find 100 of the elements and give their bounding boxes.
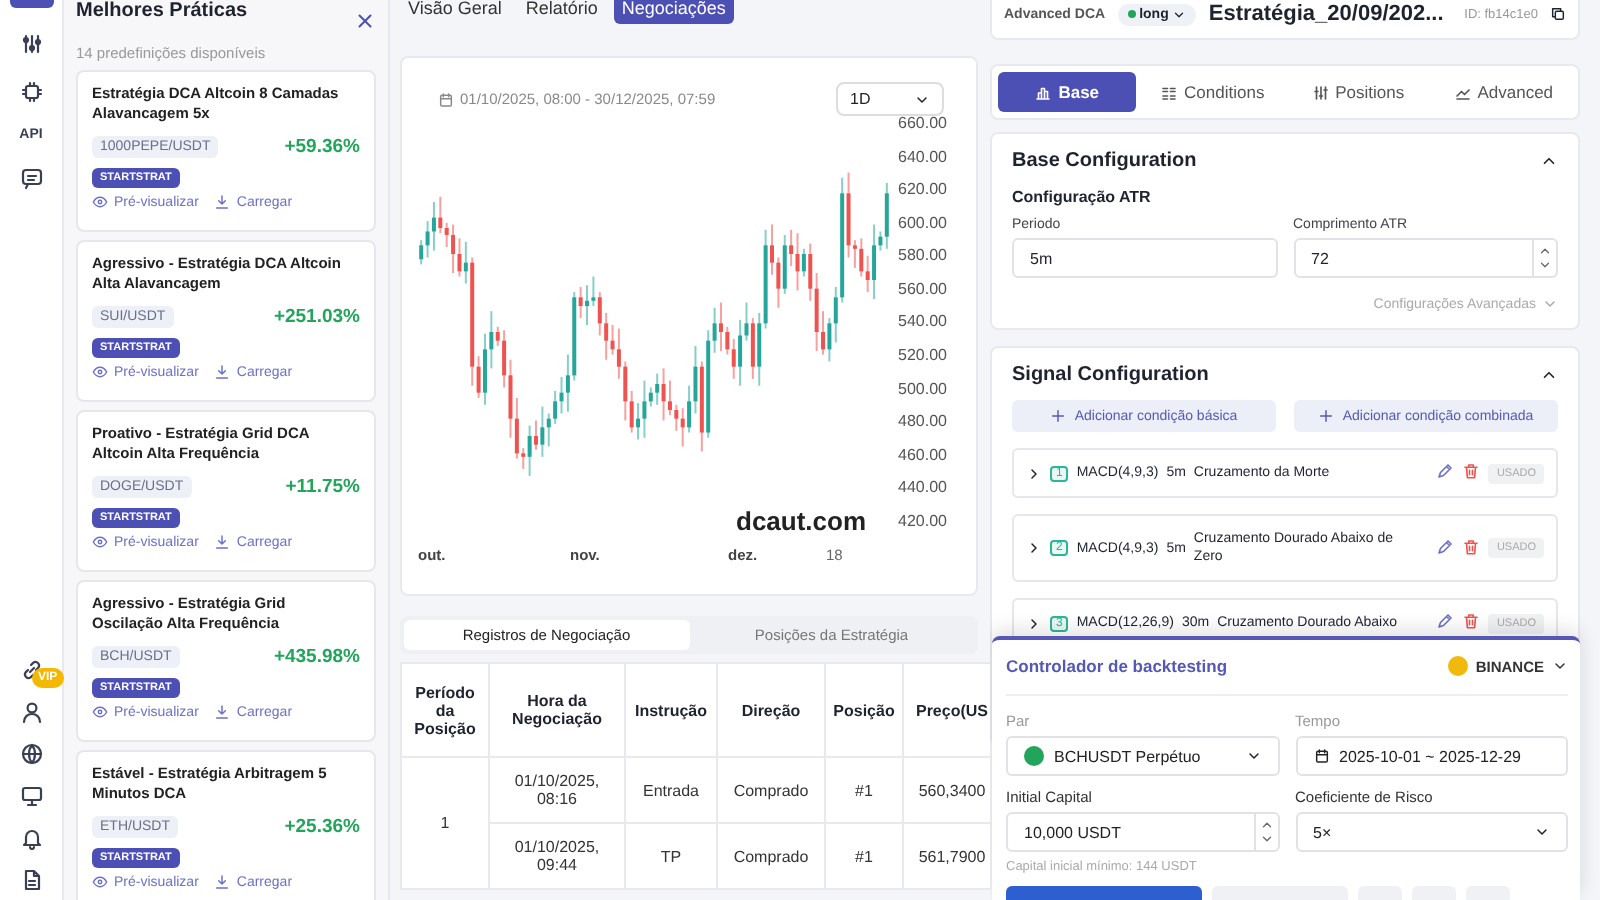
sliders-icon bbox=[1311, 83, 1330, 101]
tab[interactable]: Visão Geral bbox=[400, 0, 510, 24]
chat-icon[interactable] bbox=[19, 166, 43, 190]
trash-icon[interactable] bbox=[1462, 612, 1481, 630]
chevron-down-icon bbox=[1542, 296, 1558, 312]
column-header: Período da Posição bbox=[401, 663, 489, 757]
input-field[interactable]: 5m bbox=[1012, 238, 1277, 278]
chart-watermark: dcaut.com bbox=[736, 506, 867, 536]
capital-field[interactable]: 10,000 USDT bbox=[1006, 812, 1279, 852]
axis-label: 540.00 bbox=[898, 312, 947, 331]
chevron-right-icon bbox=[1026, 615, 1042, 631]
chevron-up-icon bbox=[1259, 818, 1273, 832]
chevron-down-icon bbox=[914, 91, 930, 107]
chevron-up-icon[interactable] bbox=[1540, 366, 1558, 384]
column-header: Hora da Negociação bbox=[489, 663, 625, 757]
chevron-down-icon bbox=[1172, 7, 1187, 21]
return-value: +251.03% bbox=[273, 306, 360, 328]
table-cell: #1 bbox=[825, 757, 903, 823]
axis-label: 660.00 bbox=[898, 114, 947, 132]
table-cell: 01/10/2025, 08:16 bbox=[489, 757, 625, 823]
return-value: +59.36% bbox=[284, 136, 360, 158]
eye-icon bbox=[92, 364, 108, 380]
close-icon[interactable] bbox=[354, 10, 376, 32]
date-range-field[interactable]: 2025-10-01 ~ 2025-12-29 bbox=[1295, 736, 1568, 776]
table-cell: 01/10/2025, 09:44 bbox=[489, 823, 625, 889]
edit-icon[interactable] bbox=[1436, 537, 1455, 555]
tab[interactable]: Advanced bbox=[1434, 72, 1572, 112]
plus-icon bbox=[1318, 408, 1335, 424]
download-icon bbox=[214, 704, 231, 720]
panel-title: Melhores Práticas bbox=[76, 0, 248, 22]
tab[interactable]: Negociações bbox=[613, 0, 734, 24]
grid-icon bbox=[1160, 83, 1179, 101]
chart-bars-icon bbox=[1034, 83, 1053, 101]
user-icon[interactable] bbox=[19, 700, 43, 724]
risk-select[interactable]: 5× bbox=[1295, 812, 1568, 852]
pair-select[interactable]: BCHUSDT Perpétuo bbox=[1006, 736, 1279, 776]
chevron-up-icon bbox=[1538, 244, 1552, 258]
table-cell: TP bbox=[625, 823, 717, 889]
table-cell: Comprado bbox=[717, 757, 825, 823]
axis-label: 520.00 bbox=[898, 346, 947, 365]
download-icon bbox=[214, 364, 231, 380]
bell-icon[interactable] bbox=[19, 826, 43, 850]
eye-icon bbox=[92, 704, 108, 720]
tab[interactable]: Base bbox=[998, 72, 1136, 112]
chevron-down-icon bbox=[1245, 748, 1261, 764]
axis-label: 420.00 bbox=[898, 511, 947, 530]
axis-label: 580.00 bbox=[898, 246, 947, 265]
calendar-icon bbox=[438, 91, 454, 107]
table-cell: #1 bbox=[825, 823, 903, 889]
edit-icon[interactable] bbox=[1436, 612, 1455, 630]
table-cell: Entrada bbox=[625, 757, 717, 823]
chevron-right-icon bbox=[1026, 540, 1042, 556]
chevron-up-icon[interactable] bbox=[1540, 152, 1558, 170]
eye-icon bbox=[92, 874, 108, 890]
panel-title: Controlador de backtesting bbox=[1006, 656, 1228, 676]
menu-indicator bbox=[9, 0, 53, 8]
eye-icon bbox=[92, 534, 108, 550]
trash-icon[interactable] bbox=[1462, 537, 1481, 555]
column-header: Instrução bbox=[625, 663, 717, 757]
tab[interactable]: Conditions bbox=[1143, 72, 1281, 112]
axis-label: 640.00 bbox=[898, 147, 947, 166]
trend-icon bbox=[1453, 83, 1472, 101]
chevron-down-icon bbox=[1552, 658, 1568, 674]
edit-icon[interactable] bbox=[1436, 462, 1455, 480]
return-value: +435.98% bbox=[273, 646, 360, 668]
plus-icon bbox=[1050, 408, 1067, 424]
trash-icon[interactable] bbox=[1462, 462, 1481, 480]
axis-label: 480.00 bbox=[898, 412, 947, 431]
chevron-right-icon bbox=[1026, 465, 1042, 481]
tab[interactable]: Positions bbox=[1289, 72, 1427, 112]
table-cell: Comprado bbox=[717, 823, 825, 889]
download-icon bbox=[214, 534, 231, 550]
return-value: +25.36% bbox=[284, 816, 360, 838]
copy-icon[interactable] bbox=[1550, 6, 1566, 22]
strategy-name: Estratégia_20/09/202... bbox=[1208, 2, 1444, 26]
axis-label: 560.00 bbox=[898, 279, 947, 298]
chevron-down-icon bbox=[1259, 832, 1273, 846]
return-value: +11.75% bbox=[285, 476, 360, 498]
chip-icon[interactable] bbox=[19, 80, 43, 104]
table-cell: 1 bbox=[401, 757, 489, 889]
interval-select[interactable]: 1D bbox=[836, 82, 944, 116]
document-icon[interactable] bbox=[19, 868, 43, 892]
sliders-icon[interactable] bbox=[19, 32, 43, 56]
input-field[interactable]: 72 bbox=[1293, 238, 1558, 278]
column-header: Direção bbox=[717, 663, 825, 757]
axis-label: 600.00 bbox=[898, 213, 947, 232]
eye-icon bbox=[92, 194, 108, 210]
axis-label: 620.00 bbox=[898, 180, 947, 199]
chevron-down-icon bbox=[1534, 824, 1550, 840]
axis-label: 440.00 bbox=[898, 478, 947, 497]
monitor-icon[interactable] bbox=[19, 784, 43, 808]
tab[interactable]: Relatório bbox=[517, 0, 606, 24]
axis-label: 460.00 bbox=[898, 445, 947, 464]
section-title: Base Configuration bbox=[1012, 150, 1197, 172]
column-header: Posição bbox=[825, 663, 903, 757]
calendar-icon bbox=[1313, 748, 1329, 764]
download-icon bbox=[214, 874, 231, 890]
globe-icon[interactable] bbox=[19, 742, 43, 766]
axis-label: 500.00 bbox=[898, 379, 947, 398]
section-subtitle: Configuração ATR bbox=[1012, 188, 1153, 206]
